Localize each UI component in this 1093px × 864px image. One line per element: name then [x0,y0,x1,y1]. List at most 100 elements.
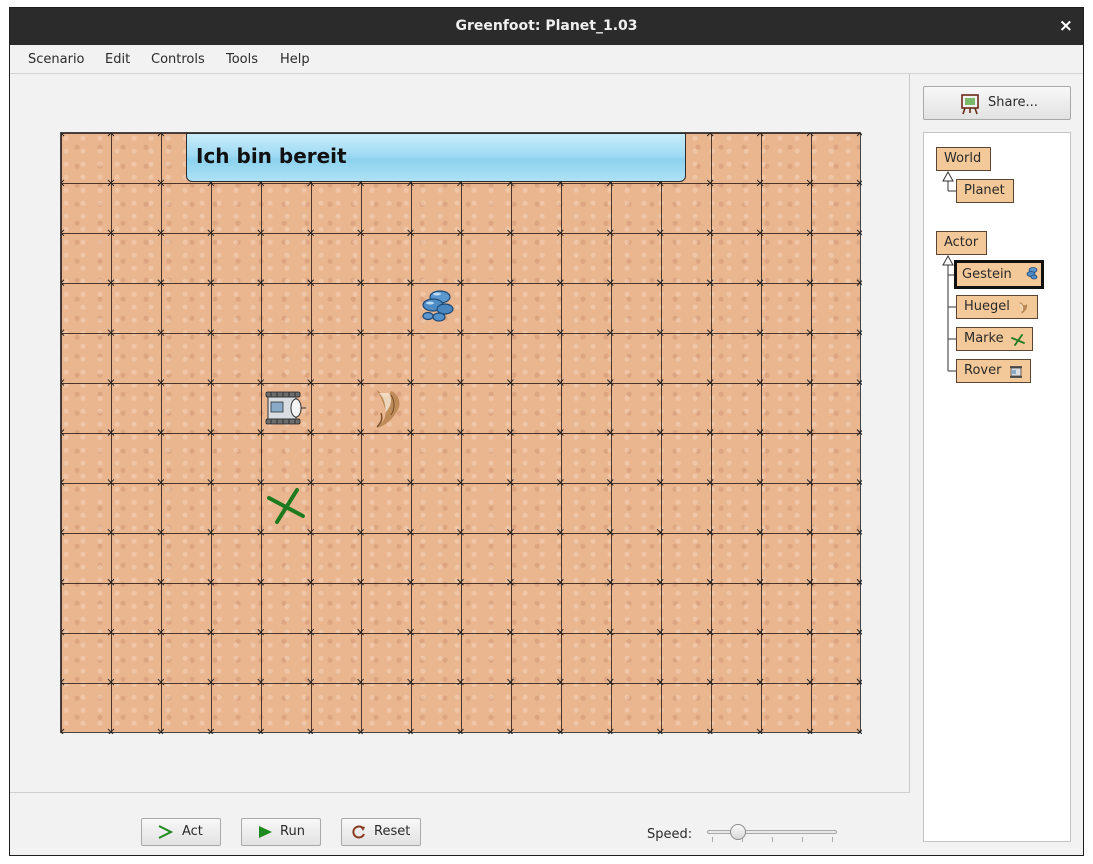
grid-cross [806,379,814,386]
class-planet-label: Planet [964,183,1005,198]
share-button[interactable]: Share... [923,86,1071,120]
grid-cross [207,379,215,386]
act-button[interactable]: Act [141,818,221,846]
grid-cross [756,429,764,436]
rock-icon[interactable] [411,283,461,337]
menu-edit[interactable]: Edit [105,45,130,75]
class-huegel[interactable]: Huegel [956,295,1038,319]
window-title: Greenfoot: Planet_1.03 [455,18,638,34]
grid-cross [307,678,315,686]
grid-cross [706,678,714,686]
class-marke[interactable]: Marke [956,327,1033,351]
grid-cross [557,528,564,536]
grid-cross [557,379,564,386]
grid-cross [756,329,764,337]
grid-cross [557,479,564,486]
grid-cross [856,379,862,386]
close-icon[interactable]: × [1059,8,1073,45]
x-marker-icon[interactable] [261,482,311,536]
grid-cross [107,279,115,287]
grid-cross [807,728,814,734]
speed-slider-thumb[interactable] [730,824,746,840]
grid-cross [806,429,814,436]
menu-scenario[interactable]: Scenario [28,45,85,75]
grid-cross [61,381,65,386]
class-gestein[interactable]: Gestein [954,260,1044,289]
grid-cross [107,179,115,187]
grid-cross [507,628,514,636]
class-rover[interactable]: Rover [956,359,1031,383]
grid-cross [457,229,464,237]
title-bar[interactable]: Greenfoot: Planet_1.03 × [10,8,1083,45]
grid-cross [706,429,714,436]
grid-cross [357,479,364,486]
grid-cross [606,528,614,536]
grid-cross [507,528,514,536]
grid-cross [407,628,414,636]
grid-cross [61,731,64,734]
grid-cross [557,728,564,734]
reset-button[interactable]: Reset [341,818,421,846]
grid-cross [507,479,514,486]
grid-cross [806,578,814,586]
grid-cross [457,528,464,536]
grid-cross [557,229,564,237]
grid-cross [756,479,764,486]
menu-tools[interactable]: Tools [226,45,258,75]
status-banner: Ich bin bereit [186,133,686,182]
grid-cross [557,279,564,287]
grid-cross [656,379,664,386]
grid-cross [457,728,464,734]
grid-cross [856,379,862,386]
grid-cross [706,479,714,486]
grid-cross [61,379,65,384]
grid-cross [307,628,315,636]
grid-cross [107,329,115,337]
class-world[interactable]: World [936,147,991,171]
grid-cross [557,379,564,386]
grid-cross [307,329,315,337]
grid-cross [107,133,112,137]
run-button[interactable]: Run [241,818,321,846]
grid-cross [107,578,115,586]
grid-cross [61,429,65,434]
grid-cross [61,481,65,486]
slider-tick [832,837,833,842]
grid-cross [706,728,713,734]
grid-cross [110,133,115,137]
grid-cross [157,229,165,237]
grid-cross [61,581,65,586]
grid-cross [756,133,761,137]
class-actor[interactable]: Actor [936,231,987,255]
grid-cross [407,479,414,486]
grid-cross [756,528,764,536]
grid-cross [856,279,862,286]
grid-cross [557,628,564,636]
speed-slider[interactable] [707,824,837,843]
grid-cross [606,479,614,486]
grid-cross [307,628,315,636]
grid-cross [806,229,814,237]
speed-slider-track[interactable] [707,830,837,834]
grid-cross [407,528,414,536]
grid-cross [856,528,862,536]
grid-cross [61,133,65,137]
rover-icon[interactable] [261,383,311,437]
hill-icon[interactable] [361,383,411,437]
world-grid[interactable] [60,132,862,734]
class-planet[interactable]: Planet [956,179,1014,203]
grid-cross [457,429,464,436]
grid-cross [806,379,814,386]
play-icon [256,819,274,855]
world-pane: Ich bin bereit [10,74,910,792]
grid-cross [257,628,265,636]
menu-help[interactable]: Help [280,45,310,75]
grid-cross [656,628,664,636]
grid-cross [806,179,814,187]
grid-cross [706,329,714,337]
grid-cross [507,329,514,337]
grid-cross [507,379,514,386]
grid-cross [557,528,564,536]
menu-controls[interactable]: Controls [151,45,205,75]
grid-cross [706,379,714,386]
